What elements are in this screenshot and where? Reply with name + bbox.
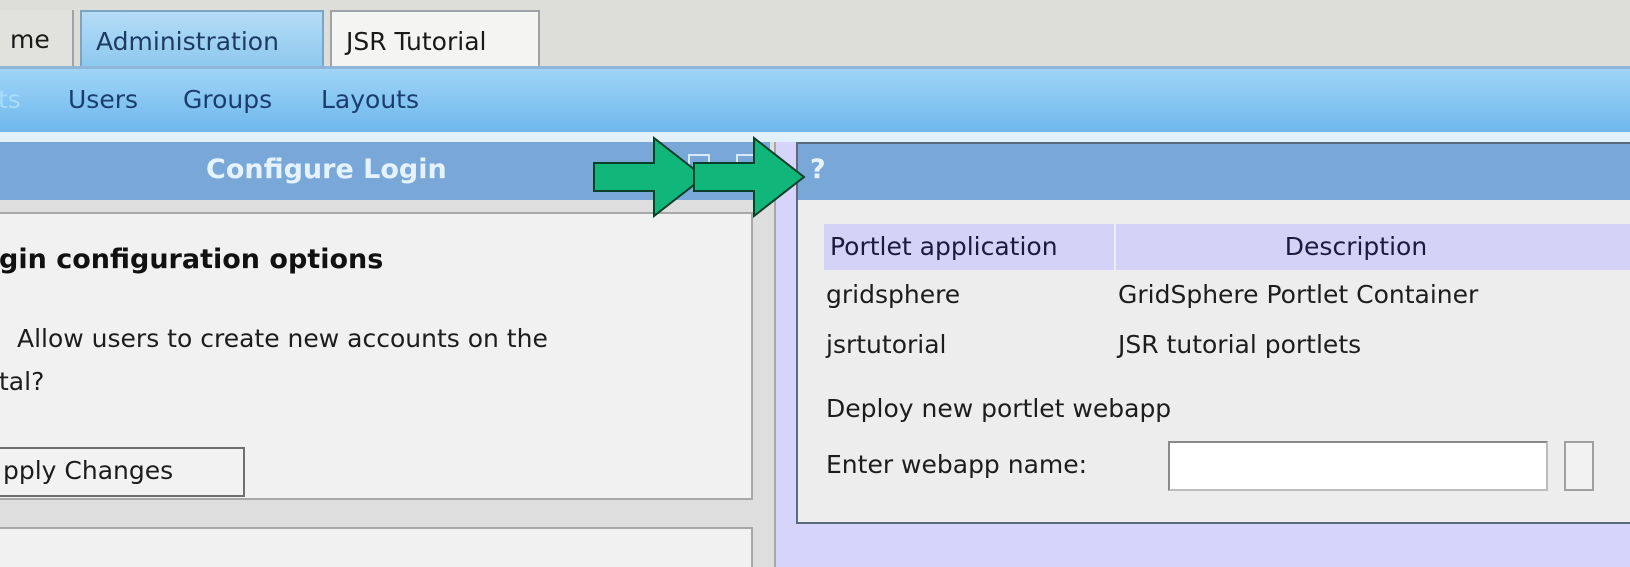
portlet-title: Configure Login (206, 154, 447, 185)
webapp-name-label: Enter webapp name: (826, 450, 1088, 479)
subnav-item-users[interactable]: Users (68, 85, 138, 114)
table-cell-app: jsrtutorial (826, 330, 947, 359)
subnav-item-layouts[interactable]: Layouts (321, 85, 419, 114)
option-label: Allow users to create new accounts on th… (17, 324, 548, 353)
table-cell-app: gridsphere (826, 280, 961, 309)
portlet-title: ? (810, 154, 826, 185)
column-header-application: Portlet application (824, 224, 1114, 270)
section-heading: gin configuration options (0, 244, 384, 275)
portlet-titlebar: ? (798, 144, 1630, 200)
sub-navigation: ts Users Groups Layouts (0, 69, 1630, 132)
webapp-name-input[interactable] (1168, 441, 1548, 491)
subnav-divider (0, 132, 1630, 142)
column-header-description: Description (1116, 224, 1630, 270)
apply-changes-button[interactable]: pply Changes (0, 447, 245, 497)
deploy-button[interactable] (1564, 441, 1594, 491)
subnav-item-groups[interactable]: Groups (183, 85, 272, 114)
option-label-continued: tal? (0, 367, 45, 396)
tab-bar: me Administration JSR Tutorial (0, 0, 1630, 68)
deploy-label: Deploy new portlet webapp (826, 394, 1172, 423)
table-cell-description: GridSphere Portlet Container (1118, 280, 1479, 309)
login-options-panel: gin configuration options Allow users to… (0, 212, 753, 500)
tab-jsr-tutorial[interactable]: JSR Tutorial (330, 10, 540, 68)
portal-window: me Administration JSR Tutorial ts Users … (0, 0, 1630, 567)
allow-accounts-option: Allow users to create new accounts on th… (0, 324, 548, 353)
next-panel (0, 527, 753, 567)
portlet-apps-portlet: ? Portlet application Description gridsp… (796, 142, 1630, 524)
table-cell-description: JSR tutorial portlets (1118, 330, 1362, 359)
arrow-right-icon (693, 136, 806, 218)
subnav-item-portlets[interactable]: ts (0, 85, 21, 114)
tab-administration[interactable]: Administration (80, 10, 324, 68)
tab-home[interactable]: me (0, 10, 74, 68)
